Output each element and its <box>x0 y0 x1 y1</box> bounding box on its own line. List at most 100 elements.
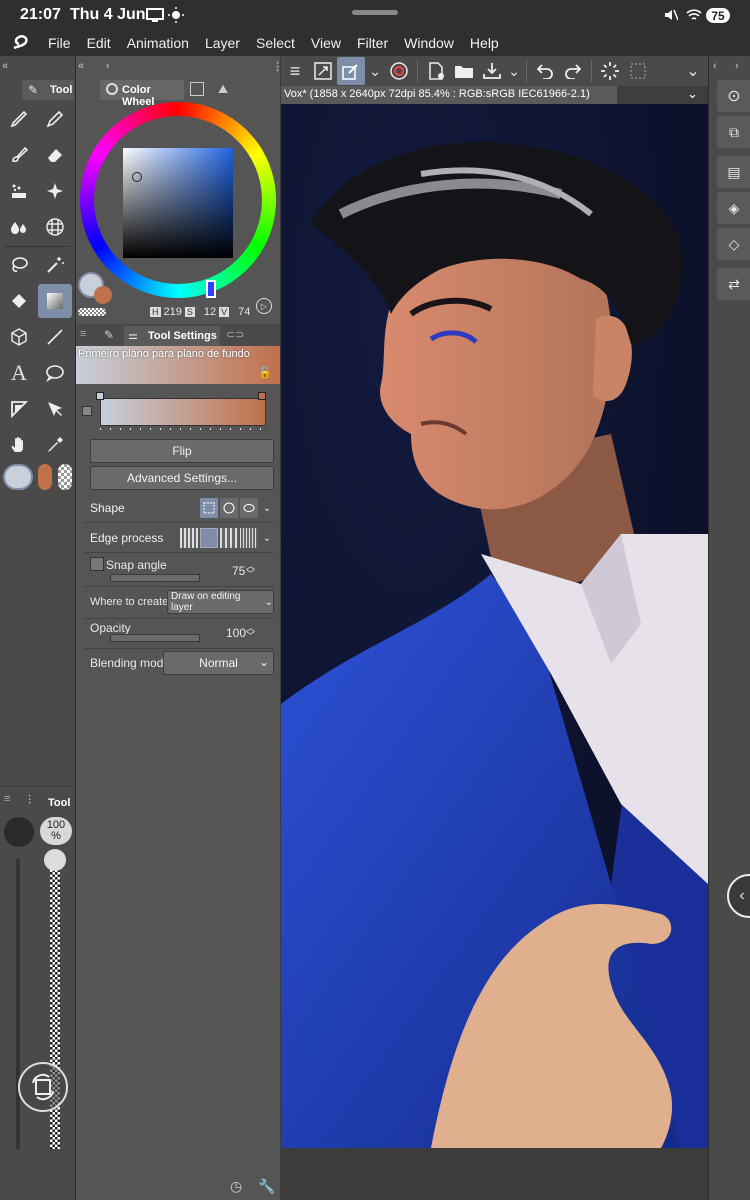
flip-button[interactable]: Flip <box>90 439 274 463</box>
side-panel-toggle[interactable]: ‹ <box>727 874 750 918</box>
wrench-icon[interactable]: 🔧 <box>258 1178 275 1195</box>
navigator-button[interactable]: ⊙ <box>717 80 750 112</box>
menu-layer[interactable]: Layer <box>197 35 248 51</box>
gradient-tool-button[interactable] <box>38 284 72 318</box>
layers-button[interactable]: ◇ <box>717 228 750 260</box>
line-tool-button[interactable] <box>38 320 72 354</box>
hamburger-menu-icon[interactable]: ≡ <box>281 56 309 86</box>
gradient-start-stop[interactable] <box>96 392 104 400</box>
brush-size-preview[interactable] <box>4 817 34 847</box>
snap-angle-stepper-icon[interactable]: ︿ ﹀ <box>246 562 255 579</box>
collapse-right-icon[interactable]: ‹ <box>713 60 717 72</box>
redo-icon[interactable] <box>559 56 587 86</box>
sub-view-button[interactable]: ⧉ <box>717 116 750 148</box>
pencil-tool-button[interactable] <box>38 102 72 136</box>
expand-right-icon[interactable]: › <box>735 60 739 72</box>
undo-icon[interactable] <box>531 56 559 86</box>
app-logo-icon[interactable] <box>0 30 40 56</box>
shape-ellipse-icon[interactable] <box>240 498 258 518</box>
shape-chevron-down-icon[interactable]: ⌄ <box>260 498 274 518</box>
current-sub-color[interactable] <box>94 286 112 304</box>
selection-area-icon[interactable] <box>624 56 652 86</box>
shape-circle-icon[interactable] <box>220 498 238 518</box>
quick-access-icon[interactable] <box>337 57 365 85</box>
edge-option-3-icon[interactable] <box>220 528 238 548</box>
collapse-middle-icon[interactable]: « <box>78 60 84 72</box>
document-chevron-down-icon[interactable]: ⌄ <box>687 86 698 102</box>
tool-settings-tab[interactable]: ⚌ Tool Settings <box>124 326 220 346</box>
color-set-tab-icon[interactable] <box>190 82 204 96</box>
size-slider-track[interactable] <box>16 859 20 1149</box>
edge-option-4-icon[interactable] <box>240 528 258 548</box>
main-color-swatch[interactable] <box>3 464 33 490</box>
animation-timeline-button[interactable]: ▤ <box>717 156 750 188</box>
chevron-down-icon[interactable]: ⌄ <box>365 56 385 86</box>
snap-angle-checkbox[interactable] <box>90 557 104 571</box>
3d-tool-button[interactable] <box>2 320 36 354</box>
edge-option-1-icon[interactable] <box>180 528 198 548</box>
companion-icon[interactable] <box>385 56 413 86</box>
opacity-slider-handle[interactable] <box>44 849 66 871</box>
sub-tool-tab-icon[interactable]: ✎ <box>104 328 114 342</box>
menu-select[interactable]: Select <box>248 35 303 51</box>
panel-menu-icon[interactable]: ≡ <box>4 793 10 805</box>
size-percent-badge[interactable]: 100 % <box>40 817 72 845</box>
open-folder-icon[interactable] <box>450 56 478 86</box>
eyedropper-tool-button[interactable] <box>38 428 72 462</box>
edge-option-2-icon[interactable] <box>200 528 218 548</box>
layer-property-button[interactable]: ◈ <box>717 192 750 224</box>
transparent-color-swatch[interactable] <box>58 464 72 490</box>
menu-help[interactable]: Help <box>462 35 507 51</box>
move-tool-button[interactable] <box>2 428 36 462</box>
lasso-tool-button[interactable] <box>2 248 36 282</box>
modifier-key-button[interactable] <box>18 1062 68 1112</box>
text-tool-button[interactable]: A <box>2 356 36 390</box>
menu-window[interactable]: Window <box>396 35 462 51</box>
opacity-stepper-icon[interactable]: ︿ ﹀ <box>246 624 255 641</box>
mesh-tool-button[interactable] <box>38 210 72 244</box>
eraser-tool-button[interactable] <box>38 138 72 172</box>
fill-tool-button[interactable] <box>2 284 36 318</box>
shape-rectangle-icon[interactable] <box>200 498 218 518</box>
document-title-tab[interactable]: Vox* (1858 x 2640px 72dpi 85.4% : RGB:sR… <box>281 86 617 104</box>
hue-picker-cursor[interactable] <box>206 280 216 298</box>
operation-tool-button[interactable] <box>38 392 72 426</box>
saturation-value-square[interactable] <box>123 148 233 258</box>
opacity-slider[interactable] <box>110 634 200 642</box>
opacity-value[interactable]: 100 <box>226 626 246 640</box>
sparkle-tool-button[interactable] <box>38 174 72 208</box>
menu-filter[interactable]: Filter <box>349 35 396 51</box>
decoration-tool-button[interactable] <box>2 174 36 208</box>
back-icon[interactable]: ‹ <box>106 60 110 72</box>
snap-angle-value[interactable]: 75 <box>232 564 245 578</box>
balloon-tool-button[interactable] <box>38 356 72 390</box>
brush-tool-button[interactable] <box>2 138 36 172</box>
clock-icon[interactable]: ◷ <box>230 1178 242 1195</box>
pen-tool-button[interactable] <box>2 102 36 136</box>
chevron-down-icon[interactable]: ⌄ <box>506 56 522 86</box>
menu-animation[interactable]: Animation <box>119 35 197 51</box>
color-mode-icon[interactable]: ▷ <box>256 298 272 314</box>
fit-screen-icon[interactable] <box>309 56 337 86</box>
menu-edit[interactable]: Edit <box>79 35 119 51</box>
window-handle[interactable] <box>352 10 398 15</box>
tool-property-icon[interactable]: ⊂⊃ <box>226 328 244 341</box>
color-history-tab-icon[interactable]: ⛰ <box>218 82 228 97</box>
new-file-icon[interactable] <box>422 56 450 86</box>
where-to-create-dropdown[interactable]: Draw on editing layer ⌄ <box>167 590 274 614</box>
tool-tab[interactable]: ✎ Tool <box>22 80 74 100</box>
menu-file[interactable]: File <box>40 35 79 51</box>
frame-tool-button[interactable] <box>2 392 36 426</box>
snap-angle-slider[interactable] <box>110 574 200 582</box>
color-wheel-tab[interactable]: Color Wheel <box>100 80 184 108</box>
blending-mode-dropdown[interactable]: Normal ⌄ <box>163 651 274 675</box>
history-button[interactable]: ⇄ <box>717 268 750 300</box>
auto-select-tool-button[interactable] <box>38 248 72 282</box>
loading-spinner-icon[interactable] <box>596 56 624 86</box>
gradient-editor-bar[interactable] <box>100 398 266 426</box>
menu-view[interactable]: View <box>303 35 349 51</box>
collapse-left-icon[interactable]: « <box>2 60 8 72</box>
transparent-indicator[interactable] <box>78 308 106 316</box>
save-download-icon[interactable] <box>478 56 506 86</box>
panel-menu-icon-2[interactable]: ≡ <box>80 328 86 340</box>
